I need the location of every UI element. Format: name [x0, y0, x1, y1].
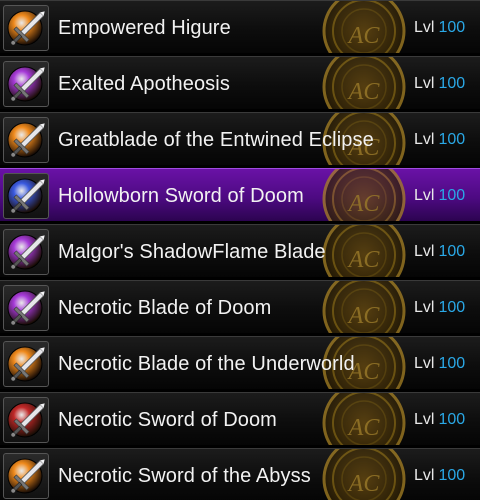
- item-level: Lvl 100: [414, 225, 466, 277]
- item-name: Necrotic Sword of Doom: [58, 409, 277, 431]
- list-item[interactable]: Necrotic Blade of the Underworld AC Lvl 1…: [0, 336, 480, 390]
- sword-icon: [7, 346, 45, 382]
- list-item-selected[interactable]: Hollowborn Sword of Doom AC Lvl 100: [0, 168, 480, 222]
- item-icon-frame: [3, 453, 49, 499]
- item-icon-frame: [3, 173, 49, 219]
- level-label: Lvl: [414, 411, 435, 428]
- list-item[interactable]: Empowered Higure AC Lvl 100: [0, 0, 480, 54]
- level-label: Lvl: [414, 299, 435, 316]
- list-item[interactable]: Greatblade of the Entwined Eclipse AC Lv…: [0, 112, 480, 166]
- item-name: Malgor's ShadowFlame Blade: [58, 241, 326, 263]
- list-item[interactable]: Necrotic Blade of Doom AC Lvl 100: [0, 280, 480, 334]
- level-label: Lvl: [414, 467, 435, 484]
- list-item[interactable]: Exalted Apotheosis AC Lvl 100: [0, 56, 480, 110]
- sword-icon: [7, 234, 45, 270]
- item-name: Necrotic Blade of Doom: [58, 297, 272, 319]
- item-name: Necrotic Blade of the Underworld: [58, 353, 355, 375]
- list-item[interactable]: Necrotic Sword of Doom AC Lvl 100: [0, 392, 480, 446]
- item-level: Lvl 100: [414, 113, 466, 165]
- item-level: Lvl 100: [414, 393, 466, 445]
- item-level: Lvl 100: [414, 449, 465, 500]
- list-item[interactable]: Malgor's ShadowFlame Blade AC Lvl 100: [0, 224, 480, 278]
- level-label: Lvl: [414, 243, 435, 260]
- item-icon-frame: [3, 229, 49, 275]
- level-value: 100: [438, 411, 466, 428]
- item-level: Lvl 100: [414, 337, 466, 389]
- item-name: Hollowborn Sword of Doom: [58, 185, 304, 207]
- level-value: 100: [438, 75, 466, 92]
- level-label: Lvl: [414, 187, 435, 204]
- sword-icon: [7, 402, 45, 438]
- item-name: Exalted Apotheosis: [58, 73, 230, 95]
- list-item[interactable]: Necrotic Sword of the Abyss AC Lvl 100: [0, 448, 480, 500]
- item-icon-frame: [3, 397, 49, 443]
- item-icon-frame: [3, 5, 49, 51]
- item-icon-frame: [3, 285, 49, 331]
- level-value: 100: [438, 467, 466, 484]
- item-icon-frame: [3, 61, 49, 107]
- inventory-list: Empowered Higure AC Lvl 100 Exalted Apoth…: [0, 0, 480, 500]
- sword-icon: [7, 10, 45, 46]
- level-label: Lvl: [414, 355, 435, 372]
- sword-icon: [7, 178, 45, 214]
- item-icon-frame: [3, 341, 49, 387]
- level-value: 100: [438, 19, 466, 36]
- item-name: Empowered Higure: [58, 17, 231, 39]
- level-value: 100: [438, 243, 466, 260]
- level-label: Lvl: [414, 19, 435, 36]
- level-value: 100: [438, 187, 466, 204]
- sword-icon: [7, 458, 45, 494]
- item-level: Lvl 100: [414, 1, 466, 53]
- sword-icon: [7, 122, 45, 158]
- level-label: Lvl: [414, 131, 435, 148]
- sword-icon: [7, 66, 45, 102]
- level-label: Lvl: [414, 75, 435, 92]
- item-name: Necrotic Sword of the Abyss: [58, 465, 311, 487]
- item-level: Lvl 100: [414, 281, 466, 333]
- sword-icon: [7, 290, 45, 326]
- level-value: 100: [438, 355, 466, 372]
- item-level: Lvl 100: [414, 169, 466, 221]
- item-icon-frame: [3, 117, 49, 163]
- level-value: 100: [438, 299, 466, 316]
- item-level: Lvl 100: [414, 57, 466, 109]
- item-name: Greatblade of the Entwined Eclipse: [58, 129, 374, 151]
- level-value: 100: [438, 131, 466, 148]
